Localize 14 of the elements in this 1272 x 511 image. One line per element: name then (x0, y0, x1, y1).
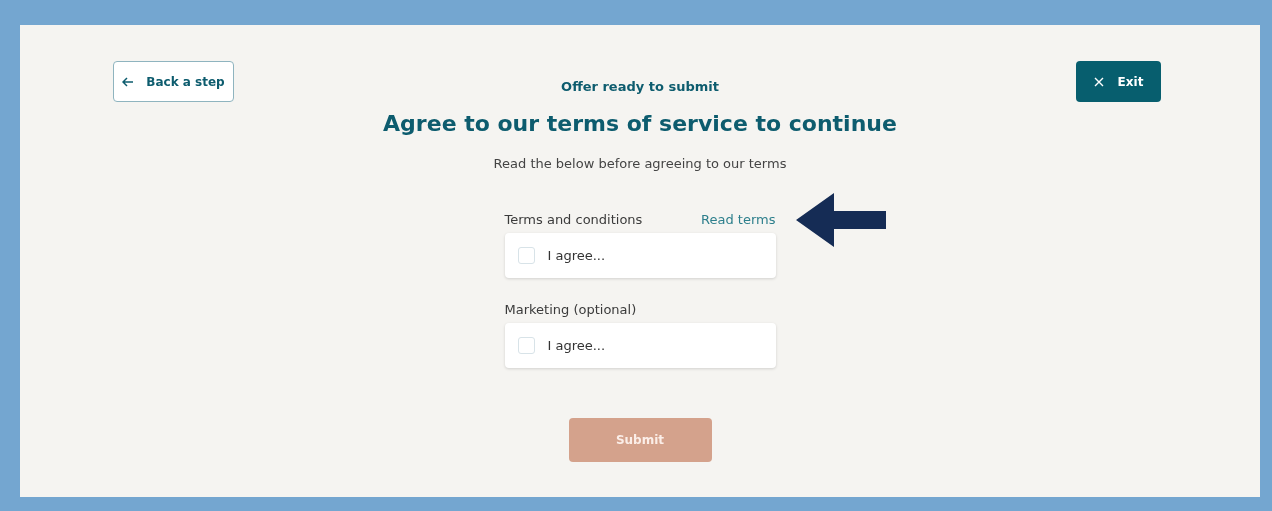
step-title: Offer ready to submit (561, 78, 719, 96)
instruction-text: Read the below before agreeing to our terms (493, 156, 787, 172)
section-label: Terms and conditions (504, 211, 643, 227)
checkbox[interactable] (517, 337, 535, 354)
page-heading: Agree to our terms of service to continue (383, 110, 897, 138)
close-icon (1093, 76, 1104, 87)
checkbox[interactable] (517, 247, 535, 264)
exit-button[interactable]: Exit (1076, 61, 1161, 102)
read-terms-link[interactable]: Read terms (701, 211, 776, 227)
section-label: Marketing (optional) (504, 301, 637, 317)
agree-checkbox-card[interactable]: I agree... (504, 233, 776, 278)
agree-checkbox-card[interactable]: I agree... (504, 323, 776, 368)
back-button[interactable]: Back a step (113, 61, 234, 102)
back-arrow-icon (122, 76, 135, 87)
